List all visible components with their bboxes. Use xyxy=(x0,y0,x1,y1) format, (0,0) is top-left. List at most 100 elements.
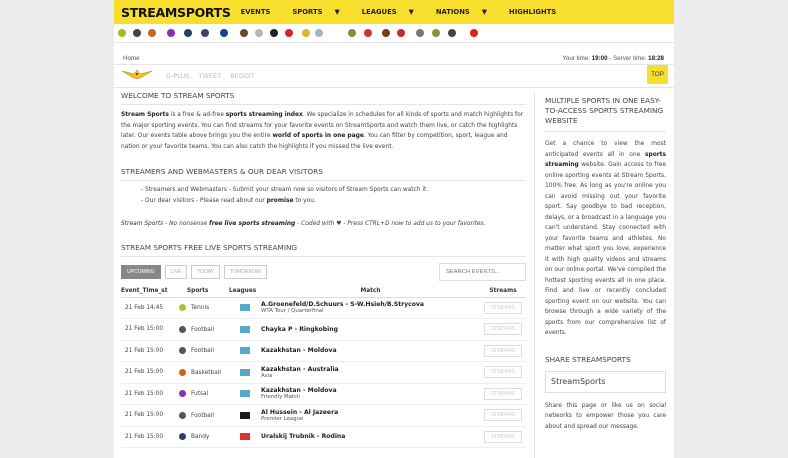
table-row[interactable]: 21 Feb 14:45 Tennis A.Groenefeld/D.Schuurs… xyxy=(121,297,526,319)
match-cell[interactable]: Kazakhstan - Australia Asia xyxy=(261,361,480,384)
events-table: Event_Time_st Sports Leagues Match Strea… xyxy=(121,284,526,449)
nav-sports[interactable]: SPORTS ▼ xyxy=(292,8,350,16)
streams-cell: STREAMS xyxy=(480,297,526,319)
chevron-down-icon: ▼ xyxy=(481,8,488,16)
cherry-icon[interactable] xyxy=(470,29,478,37)
divider xyxy=(114,87,674,88)
hockey-stick-icon[interactable] xyxy=(432,29,440,37)
streamers-line: - Streamers and Webmasters - Submit your… xyxy=(141,187,429,193)
match-cell[interactable]: A.Groenefeld/D.Schuurs - S-W.Hsieh/B.Str… xyxy=(261,297,480,319)
bird-logo-icon xyxy=(121,69,153,80)
match-cell[interactable]: Chayka P - Ringkobing xyxy=(261,318,480,341)
league-cell xyxy=(229,426,261,448)
sport-cell: Basketball xyxy=(173,361,229,384)
streams-button[interactable]: STREAMS xyxy=(484,409,522,422)
sport-icon xyxy=(179,390,186,398)
breadcrumb[interactable]: Home xyxy=(123,55,140,62)
gplus-link[interactable]: G-PLUS xyxy=(166,72,189,80)
bandy-icon[interactable] xyxy=(184,29,192,37)
sport-cell: Bandy xyxy=(173,426,229,448)
promise-link[interactable]: promise xyxy=(267,198,294,204)
boxing-icon[interactable] xyxy=(270,29,278,37)
social-links: G-PLUS TWEET REDDIT xyxy=(166,72,262,80)
snooker-icon[interactable] xyxy=(397,29,405,37)
nav-highlights[interactable]: HIGHLIGHTS xyxy=(509,8,567,16)
divider xyxy=(545,131,666,132)
streams-cell: STREAMS xyxy=(480,318,526,341)
filter-tomorrow[interactable]: TOMORROW xyxy=(224,264,267,279)
streams-button[interactable]: STREAMS xyxy=(484,301,522,314)
table-row[interactable]: 21 Feb 15:00 Football Chayka P - Ringkobin… xyxy=(121,318,526,341)
share-text: Share this page or like us on social net… xyxy=(545,402,666,430)
table-tennis-icon[interactable] xyxy=(364,29,372,37)
basketball-icon[interactable] xyxy=(148,29,156,37)
tweet-link[interactable]: TWEET xyxy=(199,72,222,80)
col-leagues[interactable]: Leagues xyxy=(229,284,261,298)
filter-live[interactable]: LIVE xyxy=(164,264,188,279)
chevron-down-icon: ▼ xyxy=(334,8,340,16)
site-logo[interactable]: STREAMSPORTS xyxy=(121,5,231,20)
cricket-icon[interactable] xyxy=(255,29,263,37)
league-cell xyxy=(229,318,261,341)
streams-cell: STREAMS xyxy=(480,361,526,384)
col-time[interactable]: Event_Time_st xyxy=(121,284,173,298)
match-cell[interactable]: Uralskij Trubnik - Rodina xyxy=(261,426,480,448)
filter-today[interactable]: TODAY xyxy=(191,264,221,279)
col-streams[interactable]: Streams xyxy=(480,284,526,298)
darts-icon[interactable] xyxy=(416,29,424,37)
tennis-ball-icon[interactable] xyxy=(118,29,126,37)
table-row[interactable]: 21 Feb 15:00 Basketball Kazakhstan - Austr… xyxy=(121,361,526,384)
ice-hockey-icon[interactable] xyxy=(201,29,209,37)
col-sports[interactable]: Sports xyxy=(173,284,229,298)
sport-icon xyxy=(179,325,186,333)
global-league-icon xyxy=(240,325,250,333)
share-widget[interactable]: StreamSports xyxy=(545,370,666,393)
schedule-title: STREAM SPORTS FREE LIVE SPORTS STREAMING xyxy=(121,242,298,252)
futsal-icon[interactable] xyxy=(167,29,175,37)
page: STREAMSPORTS EVENTS SPORTS ▼ LEAGUES ▼ NAT… xyxy=(114,0,674,458)
match-cell[interactable]: Kazakhstan - Moldova xyxy=(261,340,480,362)
tagline: Stream Sports - No nonsense free live sp… xyxy=(121,221,486,227)
badminton-icon[interactable] xyxy=(348,29,356,37)
sidebar-text: Get a chance to view the most anticipate… xyxy=(545,141,666,336)
streams-button[interactable]: STREAMS xyxy=(484,344,522,357)
search-events-input[interactable] xyxy=(439,262,526,281)
table-row[interactable]: 21 Feb 15:00 Football Kazakhstan - Moldova… xyxy=(121,340,526,362)
top-button[interactable]: TOP xyxy=(647,65,668,84)
motorsport-icon[interactable] xyxy=(220,29,228,37)
sport-icon-bar xyxy=(114,24,674,43)
american-football-icon[interactable] xyxy=(382,29,390,37)
table-row[interactable]: 21 Feb 15:00 Futsal Kazakhstan - Moldova Fr… xyxy=(121,383,526,405)
sport-icon xyxy=(179,411,186,419)
nav-nations[interactable]: NATIONS ▼ xyxy=(436,8,498,16)
jordan-flag-icon xyxy=(240,411,250,419)
soccer-ball-icon[interactable] xyxy=(133,29,141,37)
streams-button[interactable]: STREAMS xyxy=(484,366,522,379)
sport-cell: Futsal xyxy=(173,383,229,405)
table-row[interactable]: 21 Feb 15:00 Bandy Uralskij Trubnik - Rodi… xyxy=(121,426,526,448)
sport-icon xyxy=(179,347,186,355)
streams-button[interactable]: STREAMS xyxy=(484,430,522,443)
streams-button[interactable]: STREAMS xyxy=(484,387,522,400)
reddit-link[interactable]: REDDIT xyxy=(230,72,255,80)
filter-upcoming[interactable]: UPCOMING xyxy=(121,264,161,279)
event-time: 21 Feb 15:00 xyxy=(121,404,173,427)
golf-icon[interactable] xyxy=(448,29,456,37)
event-time: 21 Feb 15:00 xyxy=(121,361,173,384)
event-time: 21 Feb 14:45 xyxy=(121,297,173,319)
welcome-title: WELCOME TO STREAM SPORTS xyxy=(121,91,235,100)
handball-icon[interactable] xyxy=(315,29,323,37)
match-cell[interactable]: Al Hussein - Al Jazeera Premier League xyxy=(261,404,480,427)
event-time: 21 Feb 15:00 xyxy=(121,383,173,405)
col-match[interactable]: Match xyxy=(261,284,480,298)
rugby-icon[interactable] xyxy=(240,29,248,37)
nav-leagues[interactable]: LEAGUES ▼ xyxy=(362,8,425,16)
match-cell[interactable]: Kazakhstan - Moldova Friendly Match xyxy=(261,383,480,405)
streams-cell: STREAMS xyxy=(480,426,526,448)
volleyball-icon[interactable] xyxy=(302,29,310,37)
streams-button[interactable]: STREAMS xyxy=(484,323,522,336)
table-row[interactable]: 21 Feb 15:00 Football Al Hussein - Al Jaze… xyxy=(121,404,526,427)
top-navbar: STREAMSPORTS EVENTS SPORTS ▼ LEAGUES ▼ NAT… xyxy=(114,0,674,24)
ufc-icon[interactable] xyxy=(285,29,293,37)
nav-events[interactable]: EVENTS xyxy=(241,8,282,16)
